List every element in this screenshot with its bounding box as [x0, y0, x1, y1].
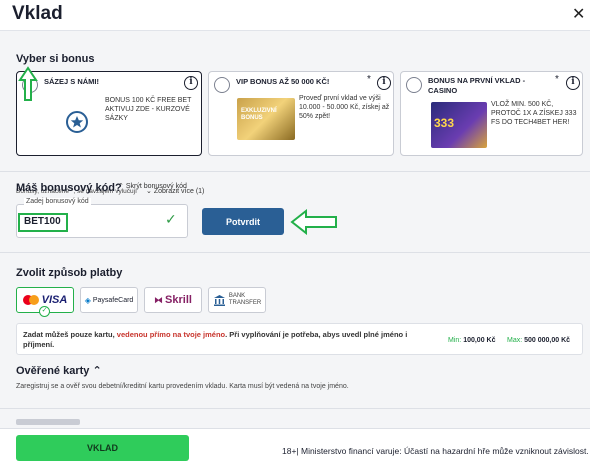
- selected-check-icon: ✓: [39, 306, 50, 317]
- casino-bonus-image: 333: [431, 102, 487, 148]
- verified-cards-description: Zaregistruj se a ověř svou debetní/kredi…: [16, 383, 349, 390]
- left-arrow-icon: [290, 209, 337, 235]
- bonus-code-title: Máš bonusový kód?: [16, 182, 122, 194]
- payment-bank-transfer[interactable]: BANK TRANSFER: [208, 287, 266, 313]
- gambling-warning: 18+| Ministerstvo financí varuje: Účastí…: [282, 446, 589, 456]
- page-title: Vklad: [12, 3, 63, 24]
- payment-bank-label: BANK: [228, 293, 246, 299]
- modal-header: Vklad ✕: [0, 0, 590, 30]
- bonus-radio[interactable]: [406, 77, 422, 93]
- bonus-image-badge: EXKLUZIVNÍ BONUS: [241, 108, 277, 121]
- close-icon[interactable]: ✕: [572, 4, 585, 24]
- divider: [0, 252, 590, 253]
- hide-bonus-code-link[interactable]: ⌃ Skrýt bonusový kód: [118, 182, 187, 190]
- min-limit: Min: 100,00 Kč: [448, 337, 496, 344]
- payment-visa[interactable]: VISA ✓: [16, 287, 74, 317]
- bonus-card-text: Proveď první vklad ve výši 10.000 - 50.0…: [299, 95, 390, 120]
- collapsed-section-title: [16, 419, 80, 425]
- divider: [0, 171, 590, 172]
- payment-section-title: Zvolit způsob platby: [16, 267, 123, 279]
- bonus-card-casino[interactable]: BONUS NA PRVNÍ VKLAD - CASINO * i 333 VL…: [400, 71, 583, 156]
- max-limit: Max: 500 000,00 Kč: [507, 337, 571, 344]
- hide-bonus-code-label: Skrýt bonusový kód: [125, 183, 187, 190]
- verified-cards-title[interactable]: Ověřené karty ⌃: [16, 364, 102, 377]
- payment-paysafecard-label: PaysafeCard: [92, 296, 134, 304]
- confirm-button[interactable]: Potvrdit: [202, 208, 284, 235]
- info-icon[interactable]: i: [377, 76, 391, 90]
- bonus-badge-icon: [66, 111, 88, 133]
- bonus-card-title: BONUS NA PRVNÍ VKLAD - CASINO: [428, 76, 526, 95]
- bonus-code-value[interactable]: BET100: [18, 213, 68, 232]
- payment-info-bar: Zadat můžeš pouze kartu, vedenou přímo n…: [16, 323, 583, 355]
- up-arrow-icon: [18, 66, 38, 101]
- bonus-card-text: VLOŽ MIN. 500 KČ, PROTOČ 1X A ZÍSKEJ 333…: [491, 101, 577, 126]
- paysafecard-icon: ◈: [84, 295, 91, 305]
- payment-bank-sublabel: TRANSFER: [228, 300, 262, 306]
- bonus-card-vip[interactable]: VIP BONUS AŽ 50 000 KČ! EXKLUZIVNÍ BONUS…: [208, 71, 394, 156]
- bank-icon: [213, 294, 225, 306]
- info-icon[interactable]: i: [184, 76, 198, 90]
- bonus-code-label: Zadej bonusový kód: [24, 198, 91, 205]
- modal-body: Vyber si bonus SÁZEJ S NÁMI! i BONUS 100…: [0, 30, 590, 467]
- payment-skrill[interactable]: ⧓ Skrill: [144, 287, 202, 313]
- deposit-button[interactable]: VKLAD: [16, 435, 189, 461]
- skrill-icon: ⧓: [154, 294, 164, 305]
- casino-bonus-badge: 333: [434, 116, 455, 130]
- bonus-card-sazej[interactable]: SÁZEJ S NÁMI! i BONUS 100 KČ FREE BET AK…: [16, 71, 202, 156]
- bonus-image: EXKLUZIVNÍ BONUS: [237, 98, 295, 140]
- bonus-card-text: BONUS 100 KČ FREE BET AKTIVUJ ZDE - KURZ…: [105, 97, 192, 122]
- bonus-card-title: SÁZEJ S NÁMI!: [44, 77, 100, 86]
- payment-paysafecard[interactable]: ◈ PaysafeCard: [80, 287, 138, 313]
- payment-info-text: Zadat můžeš pouze kartu, vedenou přímo n…: [23, 330, 408, 349]
- bonus-radio[interactable]: [214, 77, 230, 93]
- chevron-up-icon: ⌃: [92, 365, 102, 377]
- exclusive-star: *: [555, 74, 559, 85]
- payment-skrill-label: Skrill: [165, 294, 192, 306]
- bonus-section-title: Vyber si bonus: [16, 53, 95, 65]
- exclusive-star: *: [367, 74, 371, 85]
- check-icon: ✓: [165, 211, 177, 227]
- payment-visa-label: VISA: [41, 294, 68, 306]
- divider: [0, 408, 590, 409]
- bonus-card-title: VIP BONUS AŽ 50 000 KČ!: [236, 77, 330, 86]
- modal-footer: VKLAD 18+| Ministerstvo financí varuje: …: [0, 428, 590, 467]
- info-icon[interactable]: i: [566, 76, 580, 90]
